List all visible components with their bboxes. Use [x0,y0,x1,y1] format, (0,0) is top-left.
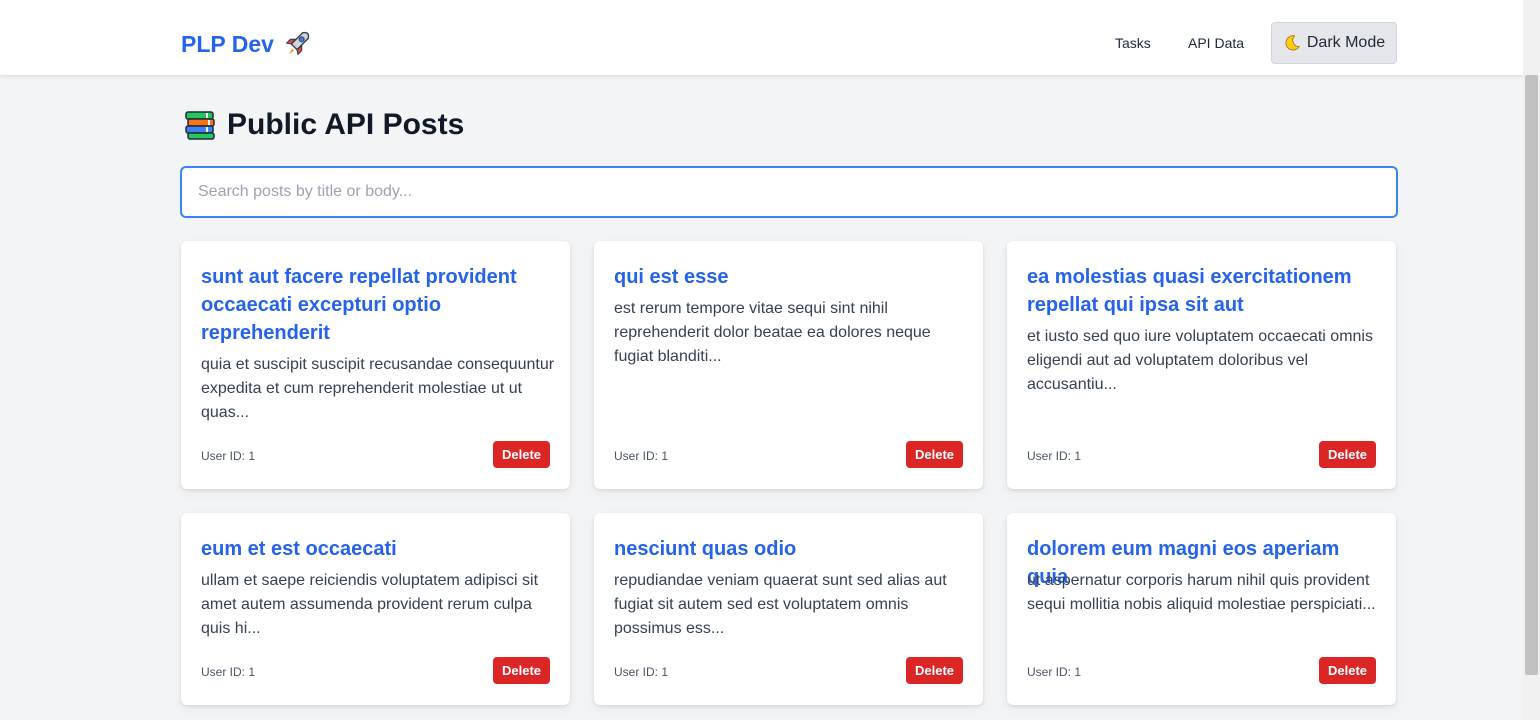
post-user-id: User ID: 1 [201,665,256,679]
post-card: dolorem eum magni eos aperiam quia ut as… [1007,513,1396,705]
page-title-text: Public API Posts [227,108,465,141]
post-card: ea molestias quasi exercitationem repell… [1007,241,1396,489]
dark-mode-button[interactable]: Dark Mode [1271,22,1397,64]
search-input[interactable] [180,166,1398,218]
brand-name: PLP Dev [181,30,274,57]
books-icon [185,111,215,140]
post-card: nesciunt quas odio repudiandae veniam qu… [594,513,983,705]
delete-button[interactable]: Delete [906,657,963,684]
post-body: et iusto sed quo iure voluptatem occaeca… [1027,328,1373,393]
delete-button[interactable]: Delete [493,657,550,684]
post-title: nesciunt quas odio [614,538,797,560]
moon-icon [1285,35,1300,51]
nav-link-tasks[interactable]: Tasks [1115,35,1151,51]
post-title: qui est esse [614,266,729,288]
delete-button[interactable]: Delete [493,441,550,468]
page-title: Public API Posts [183,108,464,142]
post-card: qui est esse est rerum tempore vitae seq… [594,241,983,489]
delete-button[interactable]: Delete [1319,441,1376,468]
brand-logo[interactable]: PLP Dev [181,29,312,59]
page-scrollbar[interactable] [1523,0,1540,720]
scrollbar-thumb[interactable] [1525,75,1538,675]
post-body: est rerum tempore vitae sequi sint nihil… [614,300,931,365]
post-title: ea molestias quasi exercitationem repell… [1027,266,1352,316]
rocket-icon [285,31,310,56]
post-card: eum et est occaecati ullam et saepe reic… [181,513,570,705]
post-user-id: User ID: 1 [1027,449,1082,463]
post-user-id: User ID: 1 [1027,665,1082,679]
post-body: ullam et saepe reiciendis voluptatem adi… [201,572,539,637]
nav-link-api-data[interactable]: API Data [1188,35,1244,51]
delete-button[interactable]: Delete [906,441,963,468]
dark-mode-label: Dark Mode [1306,34,1386,51]
post-user-id: User ID: 1 [614,449,669,463]
post-body: ut aspernatur corporis harum nihil quis … [1027,572,1376,613]
delete-button[interactable]: Delete [1319,657,1376,684]
post-card: sunt aut facere repellat provident occae… [181,241,570,489]
post-body: repudiandae veniam quaerat sunt sed alia… [614,572,947,637]
top-navbar: PLP Dev Tasks API Data Dark Mode [0,0,1523,75]
post-user-id: User ID: 1 [201,449,256,463]
post-body: quia et suscipit suscipit recusandae con… [201,356,555,421]
post-title: eum et est occaecati [201,538,397,560]
post-title: sunt aut facere repellat provident occae… [201,266,517,344]
post-user-id: User ID: 1 [614,665,669,679]
